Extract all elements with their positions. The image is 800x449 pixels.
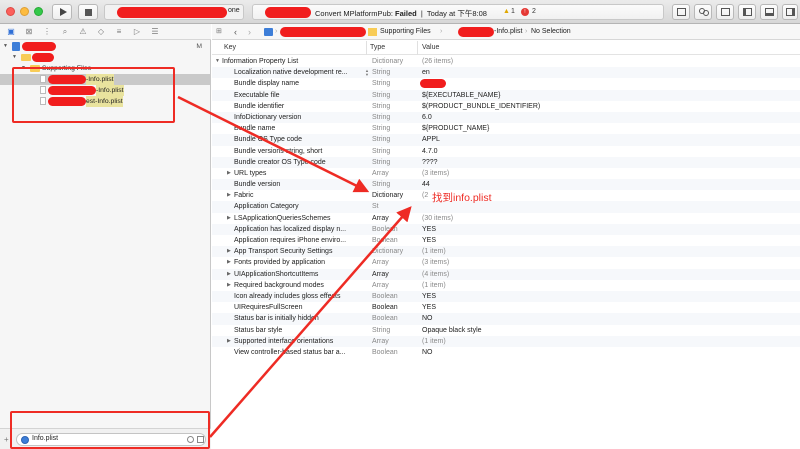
annotation-text: 找到info.plist [432,192,492,204]
annotation-arrow [177,95,370,193]
annotation-arrow [209,206,412,438]
annotation-arrows [177,95,412,438]
xcode-window: one Convert MPlatformPub: Failed | Today… [0,0,800,449]
